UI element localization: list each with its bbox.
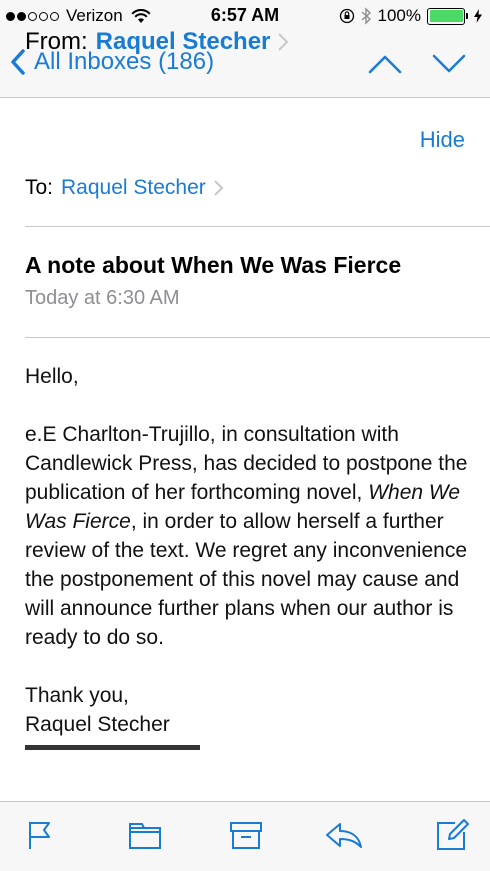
to-label: To:	[25, 176, 54, 199]
reply-icon[interactable]	[324, 820, 364, 850]
message-date: Today at 6:30 AM	[25, 287, 180, 309]
divider	[25, 337, 490, 338]
status-right-group: 100%	[339, 6, 482, 26]
message-body: Hello, e.E Charlton-Trujillo, in consult…	[25, 362, 475, 753]
folder-icon[interactable]	[128, 820, 162, 850]
truncated-signature-line	[25, 743, 475, 753]
bottom-toolbar	[0, 801, 490, 871]
from-label: From:	[25, 28, 88, 55]
chevron-left-icon	[11, 49, 25, 75]
closing: Thank you,	[25, 684, 129, 707]
compose-icon[interactable]	[435, 818, 469, 852]
chevron-right-icon	[214, 180, 224, 196]
signature-name: Raquel Stecher	[25, 713, 170, 736]
bluetooth-icon	[361, 7, 371, 25]
chevron-right-icon	[278, 33, 289, 51]
from-row: From: Raquel Stecher	[25, 28, 289, 56]
message-navigation	[368, 54, 466, 74]
archive-icon[interactable]	[229, 820, 263, 850]
recipient-name[interactable]: Raquel Stecher	[61, 176, 206, 200]
battery-icon	[427, 7, 468, 25]
previous-message-icon[interactable]	[368, 54, 402, 74]
next-message-icon[interactable]	[432, 54, 466, 74]
orientation-lock-icon	[339, 8, 354, 24]
sender-name[interactable]: Raquel Stecher	[96, 28, 271, 56]
message-paragraph: e.E Charlton-Trujillo, in consultation w…	[25, 420, 475, 652]
charging-icon	[474, 9, 482, 23]
hide-details-button[interactable]: Hide	[420, 127, 465, 153]
greeting: Hello,	[25, 365, 79, 388]
message-subject: A note about When We Was Fierce	[25, 252, 402, 278]
to-row: To: Raquel Stecher	[25, 176, 224, 200]
divider	[25, 226, 490, 227]
battery-percent: 100%	[377, 6, 421, 25]
flag-icon[interactable]	[27, 820, 53, 850]
